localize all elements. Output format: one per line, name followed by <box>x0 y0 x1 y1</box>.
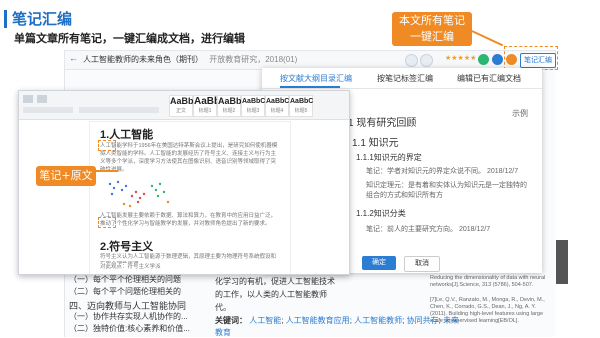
outline-item[interactable]: （二）独特价值:核心素养和价值... <box>69 323 190 334</box>
outline-heading-1: 1 现有研究回顾 <box>348 118 417 129</box>
tab-by-outline[interactable]: 按文献大纲目录汇编 <box>280 73 352 84</box>
doc-paragraph: 对此观点：符号主义学派 <box>100 264 161 270</box>
callout-summary-line2: 一键汇编 <box>410 30 454 43</box>
body-text: 代。 <box>215 303 231 312</box>
keyword-link[interactable]: 人工智能教师 <box>354 316 402 325</box>
slide-subtitle: 单篇文章所有笔记，一键汇编成文档，进行编辑 <box>14 33 245 45</box>
side-panel-tab[interactable] <box>556 240 568 284</box>
cluster-chart-image <box>108 180 170 208</box>
doc-heading-2: 2.符号主义 <box>100 241 154 253</box>
style-name: 标题2 <box>222 108 236 114</box>
blue-tool-icon[interactable] <box>492 54 503 65</box>
outline-item[interactable]: （一）协作共存实现人机协作的... <box>69 311 188 322</box>
style-heading3[interactable]: AaBbC 标题3 <box>241 95 265 117</box>
style-name: 标题4 <box>270 108 284 114</box>
style-preview: AaBb <box>194 96 221 107</box>
green-tool-icon[interactable] <box>478 54 489 65</box>
keywords-line-2: 教育 <box>215 327 231 338</box>
callout-summary-line1: 本文所有笔记 <box>399 14 465 27</box>
style-normal[interactable]: AaBb 正文 <box>169 95 194 117</box>
document-meta: 开放教育研究，2018(01) <box>209 55 298 64</box>
doc-paragraph: 人工智能发展主要依赖于数据、算法和算力，在教育中的应用日益广泛，推动了个性化学习… <box>100 213 277 227</box>
document-title-text: 人工智能教师的未来角色（期刊） <box>83 55 203 64</box>
style-name: 标题3 <box>246 108 260 114</box>
slide-title: 笔记汇编 <box>12 11 73 28</box>
style-name: 标题1 <box>198 108 212 114</box>
tab-edit-existing[interactable]: 编辑已有汇编文档 <box>457 73 521 84</box>
note-marker-highlight <box>98 217 116 228</box>
back-arrow-icon[interactable]: ← <box>69 53 78 63</box>
reader-toolbar: ← 人工智能教师的未来角色（期刊） 开放教育研究，2018(01) ★★★★★ … <box>64 50 556 70</box>
style-name: 标题5 <box>294 108 308 114</box>
style-heading2[interactable]: AaBb 标题2 <box>217 95 242 117</box>
rating-stars-icon[interactable]: ★★★★★ <box>445 54 476 62</box>
callout-notes-plus-text: 笔记+原文 <box>36 166 96 186</box>
outline-item[interactable]: （一）每个平个伦理相关的问题 <box>69 274 181 285</box>
summary-button-highlight <box>504 46 558 70</box>
body-text: 化学习的有机，促进人工智能技术 <box>215 277 335 286</box>
outline-note: 组合的方式和知识所有方 <box>366 192 443 199</box>
style-name: 正文 <box>175 108 186 114</box>
sample-label: 示例 <box>512 109 528 118</box>
bookmark-icon[interactable] <box>405 54 418 67</box>
font-selector[interactable] <box>23 107 73 113</box>
keywords-line: 关键词： 人工智能; 人工智能教育应用; 人工智能教师; 协同共存; 未来 <box>215 316 460 325</box>
paragraph-tools[interactable] <box>79 107 159 113</box>
keywords-label: 关键词： <box>215 316 247 325</box>
keyword-link[interactable]: 教育 <box>215 328 231 337</box>
outline-note: 笔记：前人的主要研究方向。 2018/12/7 <box>366 226 491 233</box>
body-text: 的工作，以人类的人工智能教师 <box>215 290 327 299</box>
style-preview: AaBb <box>170 96 194 106</box>
style-preview: AaBbC <box>290 98 314 105</box>
reference-text: Reducing the dimensionality of data with… <box>430 275 546 288</box>
active-tab-indicator <box>280 86 340 88</box>
keyword-link[interactable]: 人工智能 <box>249 316 281 325</box>
doc-paragraph: 符号主义认为人工智能源于数理逻辑，其原理主要为物理符号系统假设和有限合理性原理。 <box>100 254 277 263</box>
keyword-link[interactable]: 人工智能教育应用 <box>286 316 350 325</box>
summary-tabs: 按文献大纲目录汇编 按笔记标签汇编 编辑已有汇编文档 <box>262 68 542 89</box>
paste-icon[interactable] <box>23 95 33 103</box>
style-preview: AaBb <box>218 96 242 106</box>
title-accent-bar <box>4 10 7 28</box>
style-preview: AaBbC <box>266 98 290 105</box>
style-heading1[interactable]: AaBb 标题1 <box>193 95 221 117</box>
note-marker-highlight <box>98 140 116 151</box>
style-heading4[interactable]: AaBbC 标题4 <box>265 95 289 117</box>
outline-heading-2: 1.1 知识元 <box>352 138 399 149</box>
cancel-button[interactable]: 取消 <box>404 256 440 272</box>
tab-by-tag[interactable]: 按笔记标签汇编 <box>377 73 433 84</box>
reference-text: [7]Le, Q.V., Ranzato, M., Monga, R., Dev… <box>430 297 545 324</box>
editor-ribbon: AaBb 正文 AaBb 标题1 AaBb 标题2 AaBbC 标题3 AaBbC 标题4… <box>19 91 349 120</box>
confirm-button[interactable]: 确定 <box>362 256 396 270</box>
share-icon[interactable] <box>420 54 433 67</box>
outline-note: 知识定理元：是有着和实体认为知识元是一定独特的 <box>366 182 527 189</box>
editor-page[interactable]: 1.人工智能 人工智能学科于1956年在美国达特茅斯会议上提出，是研究如何使机器… <box>89 121 291 274</box>
doc-paragraph: 人工智能学科于1956年在美国达特茅斯会议上提出，是研究如何使机器模拟人类智能的… <box>100 143 278 173</box>
outline-note: 笔记：学者对知识元的界定众说不同。 2018/12/7 <box>366 168 519 175</box>
outline-heading-3: 1.1.2知识分类 <box>356 209 406 218</box>
format-icon[interactable] <box>37 95 47 103</box>
style-preview: AaBbC <box>242 98 266 105</box>
style-heading5[interactable]: AaBbC 标题5 <box>289 95 313 117</box>
document-title: 人工智能教师的未来角色（期刊） 开放教育研究，2018(01) <box>83 54 297 65</box>
callout-connector <box>471 30 504 46</box>
outline-item[interactable]: （二）每个平个问题伦理相关的 <box>69 286 181 297</box>
callout-connector <box>96 170 118 172</box>
callout-summary: 本文所有笔记 一键汇编 <box>392 12 472 46</box>
outline-heading-3: 1.1.1知识元的界定 <box>356 153 422 162</box>
